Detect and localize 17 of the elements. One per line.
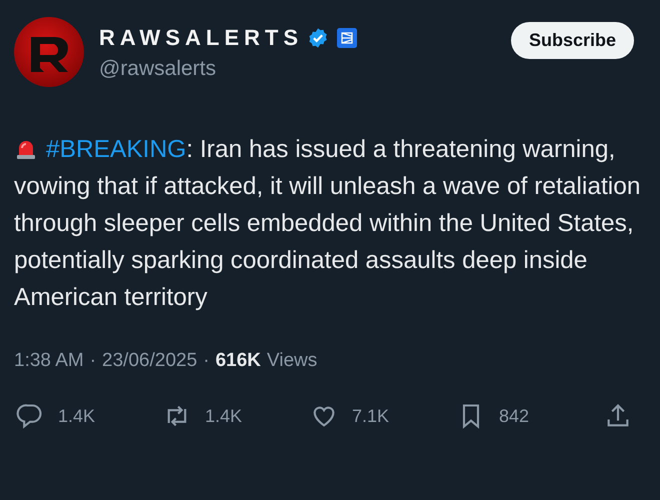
subscribe-button[interactable]: Subscribe bbox=[510, 22, 634, 59]
post-time: 1:38 AM bbox=[14, 350, 84, 372]
post-date: 23/06/2025 bbox=[102, 350, 198, 372]
views-label: Views bbox=[266, 350, 318, 372]
post-text: #BREAKING: Iran has issued a threatening warning, vowing that if attacked, it will unleash a wave of retaliation through sleeper cells embedded within the United States, potentially sparking coordinated assaults deep inside American territory bbox=[14, 136, 640, 311]
separator: · bbox=[90, 350, 96, 372]
repost-count: 1.4K bbox=[205, 406, 242, 426]
display-name: RAWSALERTS bbox=[99, 25, 303, 51]
username: @rawsalerts bbox=[99, 57, 218, 81]
views-count: 616K bbox=[215, 350, 261, 372]
reply-count: 1.4K bbox=[58, 406, 96, 426]
like-count: 7.1K bbox=[352, 406, 390, 426]
hashtag-link[interactable]: #BREAKING bbox=[46, 136, 186, 163]
reply-icon[interactable] bbox=[16, 402, 44, 430]
avatar-logo-icon bbox=[14, 17, 84, 87]
bookmark-count: 842 bbox=[499, 406, 530, 426]
separator: · bbox=[203, 350, 210, 372]
